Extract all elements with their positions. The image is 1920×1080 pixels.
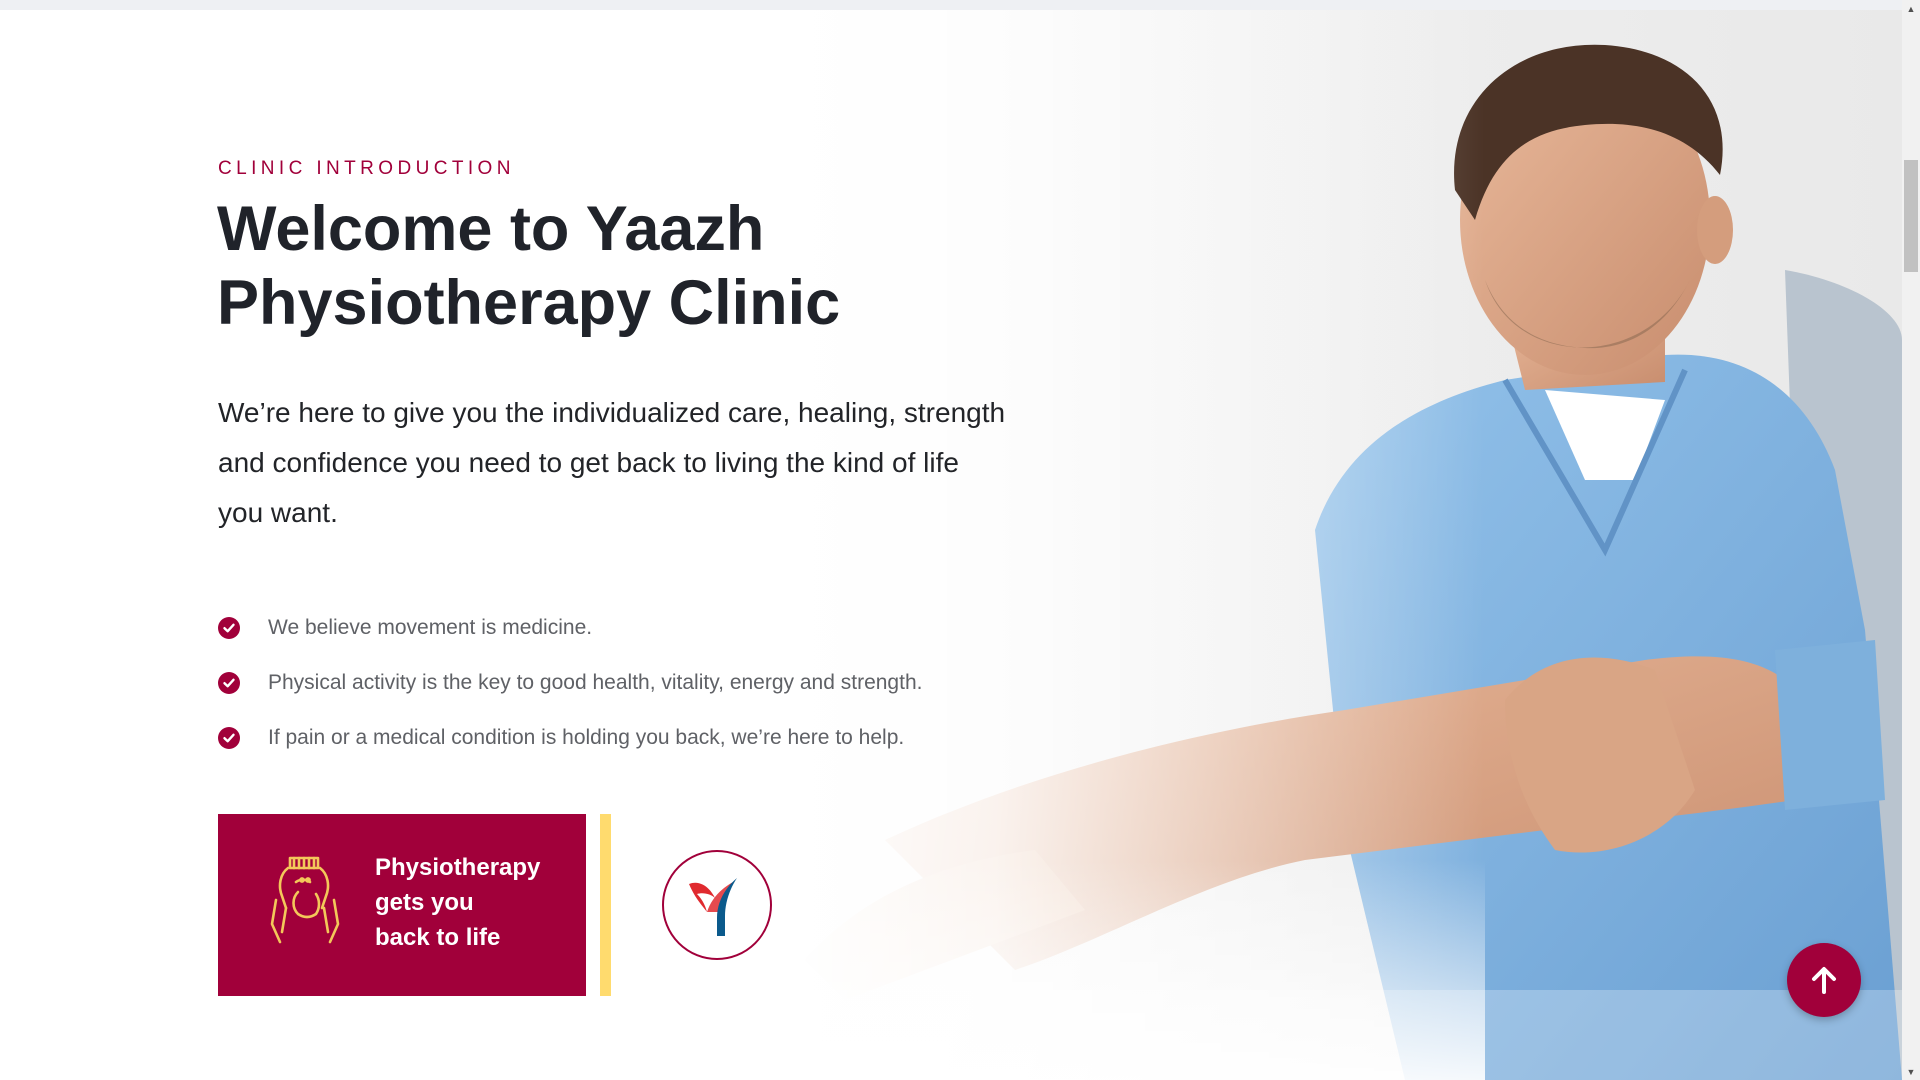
section-eyebrow: CLINIC INTRODUCTION [218, 158, 515, 179]
scroll-down-arrow-icon[interactable]: ▼ [1902, 1063, 1920, 1080]
list-item: Physical activity is the key to good hea… [218, 655, 922, 710]
benefits-list: We believe movement is medicine. Physica… [218, 600, 922, 765]
list-item-text: We believe movement is medicine. [268, 615, 593, 639]
list-item: We believe movement is medicine. [218, 600, 922, 655]
hero-photo [785, 10, 1902, 1080]
feature-text: Physiotherapy gets you back to life [375, 850, 575, 955]
check-circle-icon [218, 616, 240, 639]
fist-hand-icon [268, 852, 342, 944]
feature-line-1: Physiotherapy [375, 854, 541, 881]
intro-paragraph: We’re here to give you the individualize… [218, 397, 1006, 528]
page: CLINIC INTRODUCTION Welcome to Yaazh Phy… [0, 0, 1902, 1080]
clinic-logo [662, 850, 772, 960]
feature-line-3: back to life [375, 924, 501, 951]
check-circle-icon [218, 671, 240, 694]
browser-top-strip [0, 0, 1902, 10]
arrow-up-icon [1812, 967, 1836, 994]
scrollbar-thumb[interactable] [1904, 160, 1918, 272]
accent-bar [600, 814, 611, 996]
vertical-scrollbar[interactable]: ▲ ▼ [1902, 0, 1920, 1080]
physiotherapist-illustration [785, 10, 1902, 1080]
list-item-text: If pain or a medical condition is holdin… [268, 725, 905, 749]
check-circle-icon [218, 726, 240, 749]
list-item: If pain or a medical condition is holdin… [218, 710, 922, 765]
yaazh-logo-icon [689, 878, 737, 936]
scroll-up-arrow-icon[interactable]: ▲ [1902, 0, 1920, 17]
feature-line-2: gets you [375, 889, 474, 916]
list-item-text: Physical activity is the key to good hea… [268, 670, 923, 694]
page-title: Welcome to Yaazh Physiotherapy Clinic [217, 194, 841, 338]
back-to-top-button[interactable] [1787, 943, 1861, 1017]
feature-card: Physiotherapy gets you back to life [218, 814, 586, 996]
